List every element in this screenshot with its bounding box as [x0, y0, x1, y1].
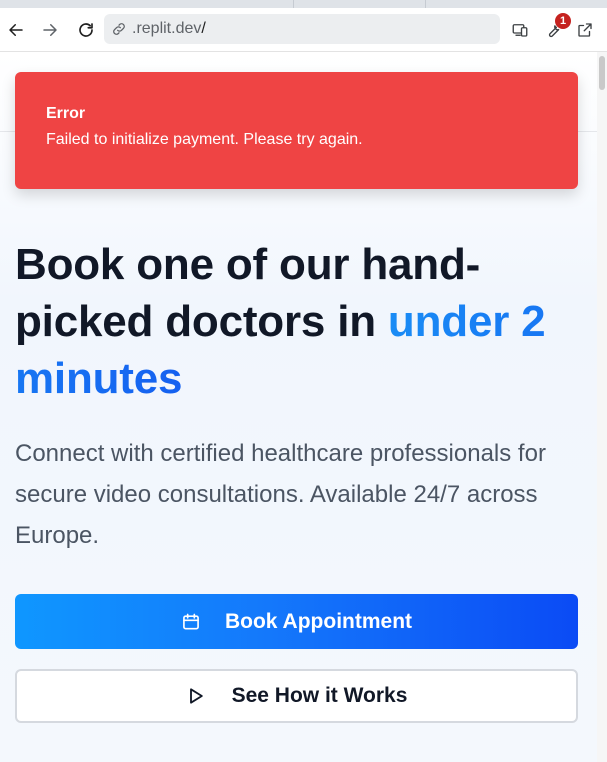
- hero-subtitle: Connect with certified healthcare profes…: [15, 440, 546, 549]
- see-how-it-works-button[interactable]: See How it Works: [15, 669, 578, 723]
- open-in-new-tab-button[interactable]: [573, 18, 597, 42]
- devices-icon: [512, 24, 528, 37]
- external-link-icon: [578, 23, 592, 37]
- book-appointment-button[interactable]: Book Appointment: [15, 594, 578, 649]
- calendar-icon: [181, 611, 203, 633]
- book-appointment-label: Book Appointment: [224, 609, 413, 633]
- url-host: .replit.dev: [132, 20, 202, 37]
- scrollbar-thumb[interactable]: [599, 56, 605, 90]
- reload-icon: [79, 23, 93, 37]
- notification-badge: 1: [555, 13, 571, 29]
- hero-title: Book one of our hand-picked doctors in u…: [15, 236, 585, 407]
- tab-divider: [293, 0, 294, 8]
- link-icon: [110, 20, 128, 38]
- device-toolbar-button[interactable]: [508, 18, 532, 42]
- address-bar[interactable]: .replit.dev/: [104, 14, 500, 44]
- url-text: .replit.dev/: [132, 20, 206, 38]
- extensions-button[interactable]: 1: [541, 13, 571, 42]
- forward-button[interactable]: [38, 18, 62, 42]
- browser-toolbar: .replit.dev/ 1: [0, 8, 607, 52]
- toast-title: Error: [46, 105, 86, 122]
- page-content: Error Failed to initialize payment. Plea…: [0, 53, 597, 762]
- see-how-it-works-label: See How it Works: [231, 684, 408, 707]
- play-icon: [186, 686, 206, 706]
- arrow-left-icon: [9, 24, 23, 36]
- url-path: /: [201, 20, 206, 37]
- arrow-right-icon: [43, 24, 57, 36]
- tab-divider: [425, 0, 426, 8]
- page-scrollbar[interactable]: [597, 52, 607, 762]
- back-button[interactable]: [4, 18, 28, 42]
- error-toast[interactable]: Error Failed to initialize payment. Plea…: [15, 72, 578, 189]
- toast-message: Failed to initialize payment. Please try…: [46, 131, 363, 148]
- reload-button[interactable]: [74, 18, 98, 42]
- tab-strip: [0, 0, 607, 8]
